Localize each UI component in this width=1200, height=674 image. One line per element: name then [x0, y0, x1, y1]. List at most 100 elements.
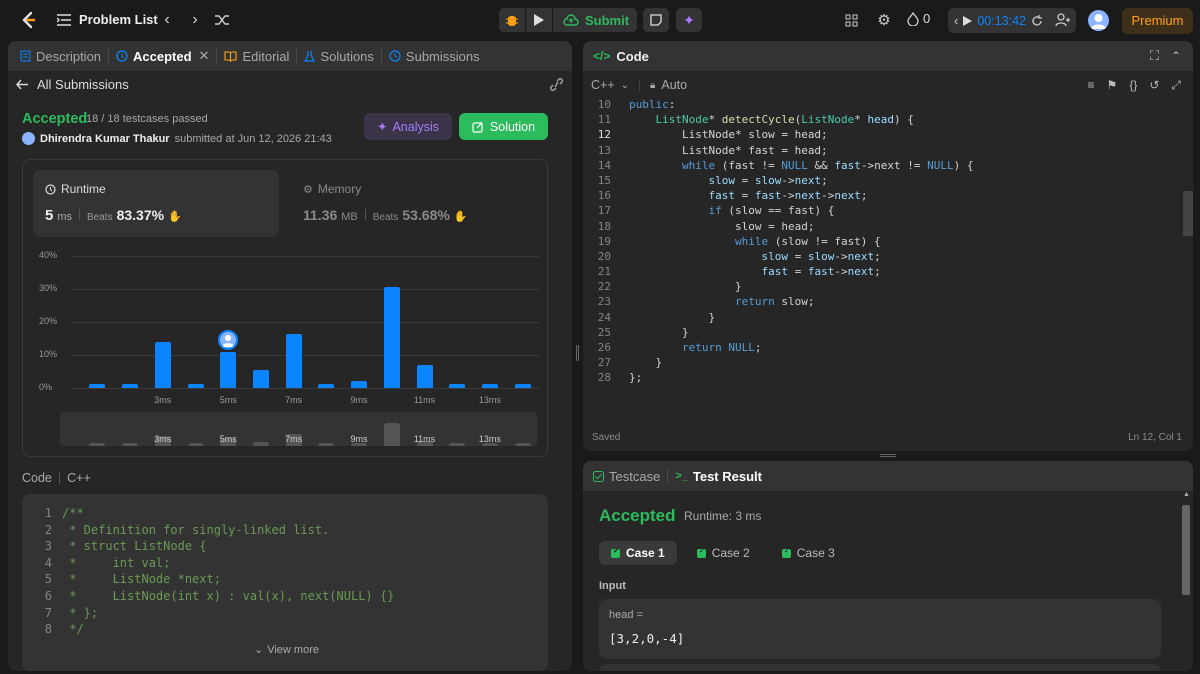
- settings-gear-icon[interactable]: ⚙: [875, 11, 893, 29]
- problem-list-icon[interactable]: [56, 12, 72, 28]
- timer-collapse-icon[interactable]: ‹: [954, 13, 958, 28]
- runtime-bar[interactable]: [285, 334, 302, 388]
- close-tab-icon[interactable]: ✕: [199, 48, 210, 64]
- case-tab[interactable]: ✓ Case 1: [599, 541, 677, 565]
- auto-mode-label[interactable]: Auto: [661, 78, 687, 92]
- prev-problem-icon[interactable]: ‹: [158, 11, 176, 29]
- chevron-down-icon[interactable]: ⌄: [621, 80, 629, 91]
- author-avatar[interactable]: [22, 132, 35, 145]
- runtime-bar[interactable]: [481, 384, 498, 388]
- editor-scrollbar[interactable]: [1183, 191, 1193, 236]
- vertical-resize-handle[interactable]: [576, 345, 579, 361]
- tab-test-result[interactable]: >_ Test Result: [675, 461, 762, 491]
- runtime-bar[interactable]: [252, 369, 269, 388]
- premium-button[interactable]: Premium: [1122, 8, 1193, 34]
- current-submission-marker[interactable]: [218, 329, 239, 350]
- runtime-bar[interactable]: [351, 381, 368, 388]
- collapse-icon[interactable]: ⌃: [1171, 49, 1181, 63]
- tab-editorial[interactable]: Editorial: [224, 41, 289, 71]
- runtime-card[interactable]: Runtime 5 ms Beats 83.37% ✋: [33, 170, 279, 237]
- editor-line[interactable]: 18 slow = head;: [583, 219, 1183, 234]
- editor-line[interactable]: 27 }: [583, 355, 1183, 370]
- editor-line[interactable]: 28};: [583, 370, 1183, 385]
- timer-reset-icon[interactable]: [1031, 14, 1043, 27]
- memory-beats-label: Beats: [372, 212, 399, 223]
- fullscreen-icon[interactable]: ⤢: [1171, 78, 1181, 93]
- bookmark-icon[interactable]: ⚑: [1107, 78, 1118, 93]
- editor-line[interactable]: 25 }: [583, 325, 1183, 340]
- tab-accepted[interactable]: Accepted ✕: [116, 41, 209, 71]
- ai-sparkle-button[interactable]: ✦: [676, 8, 702, 32]
- maximize-icon[interactable]: ⛶: [1150, 48, 1159, 64]
- runtime-bar[interactable]: [449, 384, 466, 388]
- line-number: 17: [597, 204, 611, 218]
- leetcode-logo-icon[interactable]: [17, 9, 39, 31]
- terminal-icon: >_: [675, 470, 688, 482]
- editor-line[interactable]: 13 ListNode* fast = head;: [583, 143, 1183, 158]
- run-button[interactable]: [526, 8, 552, 32]
- chart-range-slider[interactable]: 3ms 5ms 7ms 9ms 11ms 13ms: [60, 412, 537, 446]
- braces-icon[interactable]: {}: [1129, 78, 1137, 93]
- editor-line[interactable]: 17 if (slow == fast) {: [583, 203, 1183, 218]
- horizontal-resize-handle[interactable]: [880, 454, 896, 457]
- editor-line[interactable]: 21 fast = fast->next;: [583, 264, 1183, 279]
- runtime-bar[interactable]: [122, 384, 139, 388]
- author-name[interactable]: Dhirendra Kumar Thakur: [40, 133, 170, 145]
- timer-play-icon[interactable]: [963, 15, 973, 26]
- runtime-bar[interactable]: [416, 364, 433, 388]
- editor-line[interactable]: 19 while (slow != fast) {: [583, 234, 1183, 249]
- editor-line[interactable]: 20 slow = slow->next;: [583, 249, 1183, 264]
- runtime-beats-label: Beats: [87, 212, 113, 223]
- tab-solutions[interactable]: Solutions: [304, 41, 374, 71]
- editor-line[interactable]: 26 return NULL;: [583, 340, 1183, 355]
- avatar[interactable]: [1088, 10, 1109, 31]
- editor-line[interactable]: 16 fast = fast->next->next;: [583, 188, 1183, 203]
- submit-button[interactable]: Submit: [553, 8, 637, 32]
- memory-card[interactable]: ⚙ Memory 11.36 MB Beats 53.68% ✋: [293, 170, 539, 237]
- description-icon: [20, 50, 31, 62]
- add-friend-icon[interactable]: [1053, 11, 1073, 29]
- tab-description[interactable]: Description: [20, 41, 101, 71]
- tab-submissions[interactable]: Submissions: [389, 41, 480, 71]
- result-scrollbar[interactable]: ▲: [1182, 491, 1190, 671]
- editor-line[interactable]: 11 ListNode* detectCycle(ListNode* head)…: [583, 112, 1183, 127]
- x-tick-label: 13ms: [478, 395, 501, 405]
- runtime-bar[interactable]: [318, 384, 335, 388]
- runtime-bar[interactable]: [187, 384, 204, 388]
- editor-line[interactable]: 14 while (fast != NULL && fast->next != …: [583, 158, 1183, 173]
- editor-line[interactable]: 15 slow = slow->next;: [583, 173, 1183, 188]
- view-more-button[interactable]: ⌄ View more: [254, 643, 319, 657]
- editor-line[interactable]: 23 return slow;: [583, 294, 1183, 309]
- notes-button[interactable]: [643, 8, 669, 32]
- editor-line[interactable]: 10 public:: [583, 97, 1183, 112]
- next-problem-icon[interactable]: ›: [186, 11, 204, 29]
- share-link-icon[interactable]: [549, 78, 564, 91]
- editor-line[interactable]: 24 }: [583, 310, 1183, 325]
- tab-testcase[interactable]: Testcase: [593, 461, 660, 491]
- format-icon[interactable]: ≡: [1088, 78, 1095, 93]
- test-result-panel: Testcase >_ Test Result Accepted Runtime…: [583, 461, 1193, 671]
- runtime-bar[interactable]: [514, 384, 531, 388]
- case-tab[interactable]: ✓ Case 3: [770, 541, 847, 565]
- streak-counter[interactable]: 0: [907, 11, 930, 26]
- case-tab[interactable]: ✓ Case 2: [685, 541, 762, 565]
- code-editor[interactable]: 10 public: 11 ListNode* detectCycle(ListNo…: [583, 97, 1183, 387]
- runtime-bar[interactable]: [383, 287, 400, 388]
- solution-button[interactable]: Solution: [459, 113, 548, 140]
- case-label: Case 1: [626, 546, 665, 560]
- layout-icon[interactable]: [842, 11, 860, 29]
- editor-line[interactable]: 22 }: [583, 279, 1183, 294]
- shuffle-icon[interactable]: [213, 11, 231, 29]
- runtime-bar[interactable]: [154, 341, 171, 388]
- line-number: 20: [597, 249, 611, 263]
- editor-line[interactable]: 12 ListNode* slow = head;: [583, 127, 1183, 142]
- runtime-bar[interactable]: [89, 384, 106, 388]
- debug-button[interactable]: [499, 8, 525, 32]
- all-submissions-link[interactable]: All Submissions: [16, 77, 129, 92]
- problem-list-link[interactable]: Problem List: [79, 12, 158, 27]
- analysis-button[interactable]: ✦ Analysis: [364, 113, 452, 140]
- reset-icon[interactable]: ↺: [1149, 78, 1159, 93]
- runtime-bar[interactable]: [220, 351, 237, 388]
- chart-gridline: [71, 322, 539, 323]
- language-select[interactable]: C++: [591, 78, 615, 92]
